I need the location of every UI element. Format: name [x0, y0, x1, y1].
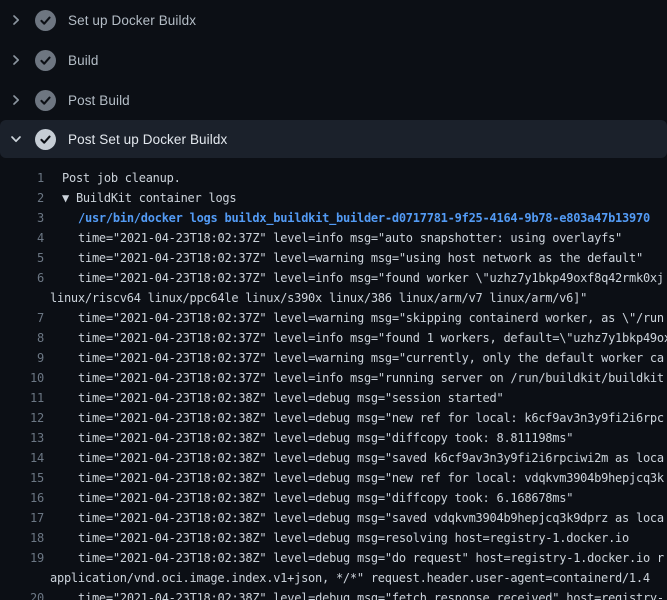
line-number[interactable]: 15	[0, 468, 50, 488]
log-text: time="2021-04-23T18:02:38Z" level=debug …	[50, 408, 667, 428]
log-text: time="2021-04-23T18:02:38Z" level=debug …	[50, 388, 667, 408]
log-text: linux/riscv64 linux/ppc64le linux/s390x …	[50, 288, 667, 308]
log-line-12: 12time="2021-04-23T18:02:38Z" level=debu…	[0, 408, 667, 428]
step-row-build[interactable]: Build	[0, 40, 667, 80]
log-line-19: 19time="2021-04-23T18:02:38Z" level=debu…	[0, 548, 667, 568]
actions-log-panel: Set up Docker Buildx Build Post Build Post …	[0, 0, 667, 600]
log-text: time="2021-04-23T18:02:38Z" level=debug …	[50, 428, 667, 448]
log-viewer: 1Post job cleanup.2▼ BuildKit container …	[0, 168, 667, 600]
steps-list: Set up Docker Buildx Build Post Build Post …	[0, 0, 667, 158]
step-title: Set up Docker Buildx	[68, 13, 196, 28]
step-title: Build	[68, 53, 99, 68]
log-line-3: 3/usr/bin/docker logs buildx_buildkit_bu…	[0, 208, 667, 228]
log-group-toggle-icon[interactable]: ▼	[62, 191, 76, 205]
log-line-20: 20time="2021-04-23T18:02:38Z" level=debu…	[0, 588, 667, 600]
step-row-set-up-docker-buildx[interactable]: Set up Docker Buildx	[0, 0, 667, 40]
log-text: time="2021-04-23T18:02:38Z" level=debug …	[50, 468, 667, 488]
line-number[interactable]: 10	[0, 368, 50, 388]
line-number[interactable]: 7	[0, 308, 50, 328]
log-command-text: /usr/bin/docker logs buildx_buildkit_bui…	[50, 208, 667, 228]
log-line-8: 8time="2021-04-23T18:02:37Z" level=info …	[0, 328, 667, 348]
line-number[interactable]: 9	[0, 348, 50, 368]
line-number[interactable]: 17	[0, 508, 50, 528]
log-text: time="2021-04-23T18:02:38Z" level=debug …	[50, 588, 667, 600]
line-number[interactable]: 12	[0, 408, 50, 428]
log-line-continuation: linux/riscv64 linux/ppc64le linux/s390x …	[0, 288, 667, 308]
log-line-17: 17time="2021-04-23T18:02:38Z" level=debu…	[0, 508, 667, 528]
log-text: time="2021-04-23T18:02:37Z" level=info m…	[50, 228, 667, 248]
check-circle-icon	[35, 90, 56, 111]
log-line-11: 11time="2021-04-23T18:02:38Z" level=debu…	[0, 388, 667, 408]
log-text: Post job cleanup.	[50, 168, 667, 188]
log-line-14: 14time="2021-04-23T18:02:38Z" level=debu…	[0, 448, 667, 468]
log-line-1: 1Post job cleanup.	[0, 168, 667, 188]
log-text: time="2021-04-23T18:02:37Z" level=warnin…	[50, 308, 667, 328]
log-text: time="2021-04-23T18:02:37Z" level=warnin…	[50, 348, 667, 368]
log-group-title: BuildKit container logs	[76, 191, 236, 205]
log-line-continuation: application/vnd.oci.image.index.v1+json,…	[0, 568, 667, 588]
check-circle-icon	[35, 50, 56, 71]
line-number[interactable]: 1	[0, 168, 50, 188]
log-line-15: 15time="2021-04-23T18:02:38Z" level=debu…	[0, 468, 667, 488]
log-text: time="2021-04-23T18:02:38Z" level=debug …	[50, 548, 667, 568]
log-line-13: 13time="2021-04-23T18:02:38Z" level=debu…	[0, 428, 667, 448]
log-text: time="2021-04-23T18:02:38Z" level=debug …	[50, 508, 667, 528]
line-number[interactable]: 18	[0, 528, 50, 548]
log-text: time="2021-04-23T18:02:38Z" level=debug …	[50, 528, 667, 548]
chevron-right-icon[interactable]	[8, 12, 24, 28]
log-text: time="2021-04-23T18:02:37Z" level=info m…	[50, 268, 667, 288]
line-number	[0, 288, 50, 308]
log-text: time="2021-04-23T18:02:37Z" level=warnin…	[50, 248, 667, 268]
line-number[interactable]: 5	[0, 248, 50, 268]
log-line-10: 10time="2021-04-23T18:02:37Z" level=info…	[0, 368, 667, 388]
chevron-down-icon[interactable]	[8, 131, 24, 147]
line-number[interactable]: 19	[0, 548, 50, 568]
log-line-18: 18time="2021-04-23T18:02:38Z" level=debu…	[0, 528, 667, 548]
line-number[interactable]: 6	[0, 268, 50, 288]
log-text: time="2021-04-23T18:02:37Z" level=info m…	[50, 328, 667, 348]
log-text: time="2021-04-23T18:02:38Z" level=debug …	[50, 448, 667, 468]
log-text: application/vnd.oci.image.index.v1+json,…	[50, 568, 667, 588]
log-line-6: 6time="2021-04-23T18:02:37Z" level=info …	[0, 268, 667, 288]
line-number[interactable]: 13	[0, 428, 50, 448]
step-title: Post Build	[68, 93, 130, 108]
check-circle-icon	[35, 129, 56, 150]
log-line-9: 9time="2021-04-23T18:02:37Z" level=warni…	[0, 348, 667, 368]
line-number[interactable]: 16	[0, 488, 50, 508]
line-number[interactable]: 2	[0, 188, 50, 208]
log-line-4: 4time="2021-04-23T18:02:37Z" level=info …	[0, 228, 667, 248]
log-line-16: 16time="2021-04-23T18:02:38Z" level=debu…	[0, 488, 667, 508]
line-number[interactable]: 8	[0, 328, 50, 348]
log-text: ▼ BuildKit container logs	[50, 188, 667, 208]
step-row-post-build[interactable]: Post Build	[0, 80, 667, 120]
line-number[interactable]: 11	[0, 388, 50, 408]
log-line-7: 7time="2021-04-23T18:02:37Z" level=warni…	[0, 308, 667, 328]
line-number[interactable]: 4	[0, 228, 50, 248]
step-title: Post Set up Docker Buildx	[68, 132, 227, 147]
log-text: time="2021-04-23T18:02:37Z" level=info m…	[50, 368, 667, 388]
line-number[interactable]: 20	[0, 588, 50, 600]
line-number[interactable]: 3	[0, 208, 50, 228]
log-line-5: 5time="2021-04-23T18:02:37Z" level=warni…	[0, 248, 667, 268]
line-number	[0, 568, 50, 588]
log-text: time="2021-04-23T18:02:38Z" level=debug …	[50, 488, 667, 508]
step-row-post-set-up-docker-buildx[interactable]: Post Set up Docker Buildx	[0, 120, 667, 158]
line-number[interactable]: 14	[0, 448, 50, 468]
chevron-right-icon[interactable]	[8, 52, 24, 68]
chevron-right-icon[interactable]	[8, 92, 24, 108]
log-line-2: 2▼ BuildKit container logs	[0, 188, 667, 208]
check-circle-icon	[35, 10, 56, 31]
